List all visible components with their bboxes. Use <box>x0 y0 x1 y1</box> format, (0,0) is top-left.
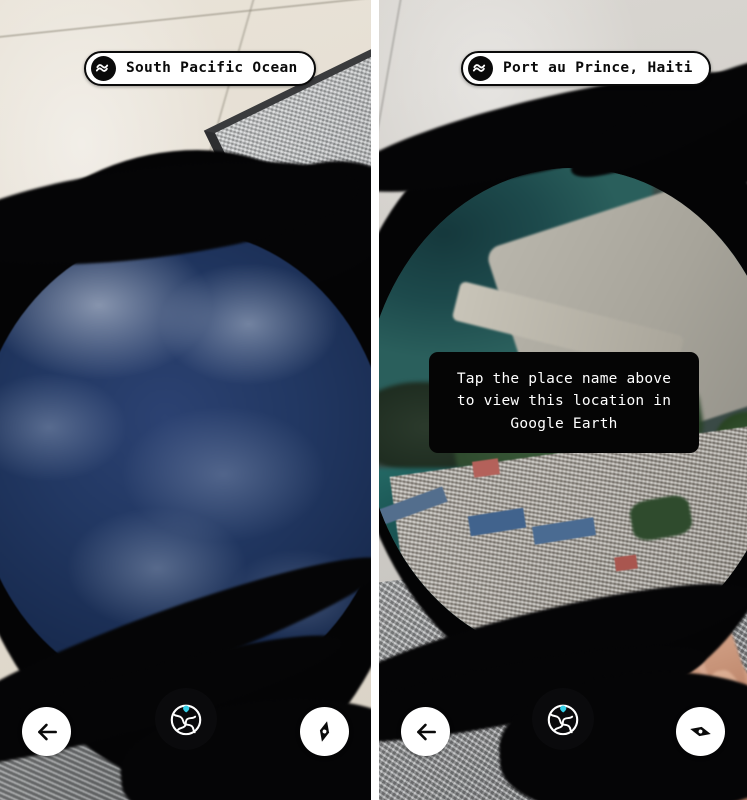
arrow-left-icon <box>37 723 57 740</box>
panel-divider <box>371 0 379 800</box>
location-marker <box>182 705 189 713</box>
ar-panel-right: Port au Prince, Haiti Tap the place name… <box>379 0 747 800</box>
arrow-left-icon <box>416 723 436 740</box>
compass-button[interactable] <box>676 707 725 756</box>
place-name-pill[interactable]: South Pacific Ocean <box>84 51 316 86</box>
google-earth-logo-icon <box>468 56 493 81</box>
globe-button[interactable] <box>532 688 594 750</box>
place-name-label: South Pacific Ocean <box>126 60 298 77</box>
place-name-pill[interactable]: Port au Prince, Haiti <box>461 51 711 86</box>
ar-panel-left: South Pacific Ocean <box>0 0 371 800</box>
place-name-label: Port au Prince, Haiti <box>503 60 693 77</box>
compass-button[interactable] <box>300 707 349 756</box>
google-earth-logo-icon <box>91 56 116 81</box>
back-button[interactable] <box>401 707 450 756</box>
globe-icon <box>170 704 201 736</box>
location-marker <box>560 705 567 713</box>
screenshot-root: South Pacific Ocean Port au Prince, Hait… <box>0 0 747 800</box>
tile-grout-line <box>379 0 405 139</box>
globe-icon <box>547 704 579 736</box>
instruction-tooltip-text: Tap the place name above to view this lo… <box>456 371 672 432</box>
globe-button[interactable] <box>154 688 217 750</box>
tile-grout-line <box>0 0 371 42</box>
compass-needle-icon <box>690 726 711 737</box>
instruction-tooltip: Tap the place name above to view this lo… <box>429 352 699 454</box>
back-button[interactable] <box>22 707 71 756</box>
compass-needle-icon <box>319 721 330 742</box>
